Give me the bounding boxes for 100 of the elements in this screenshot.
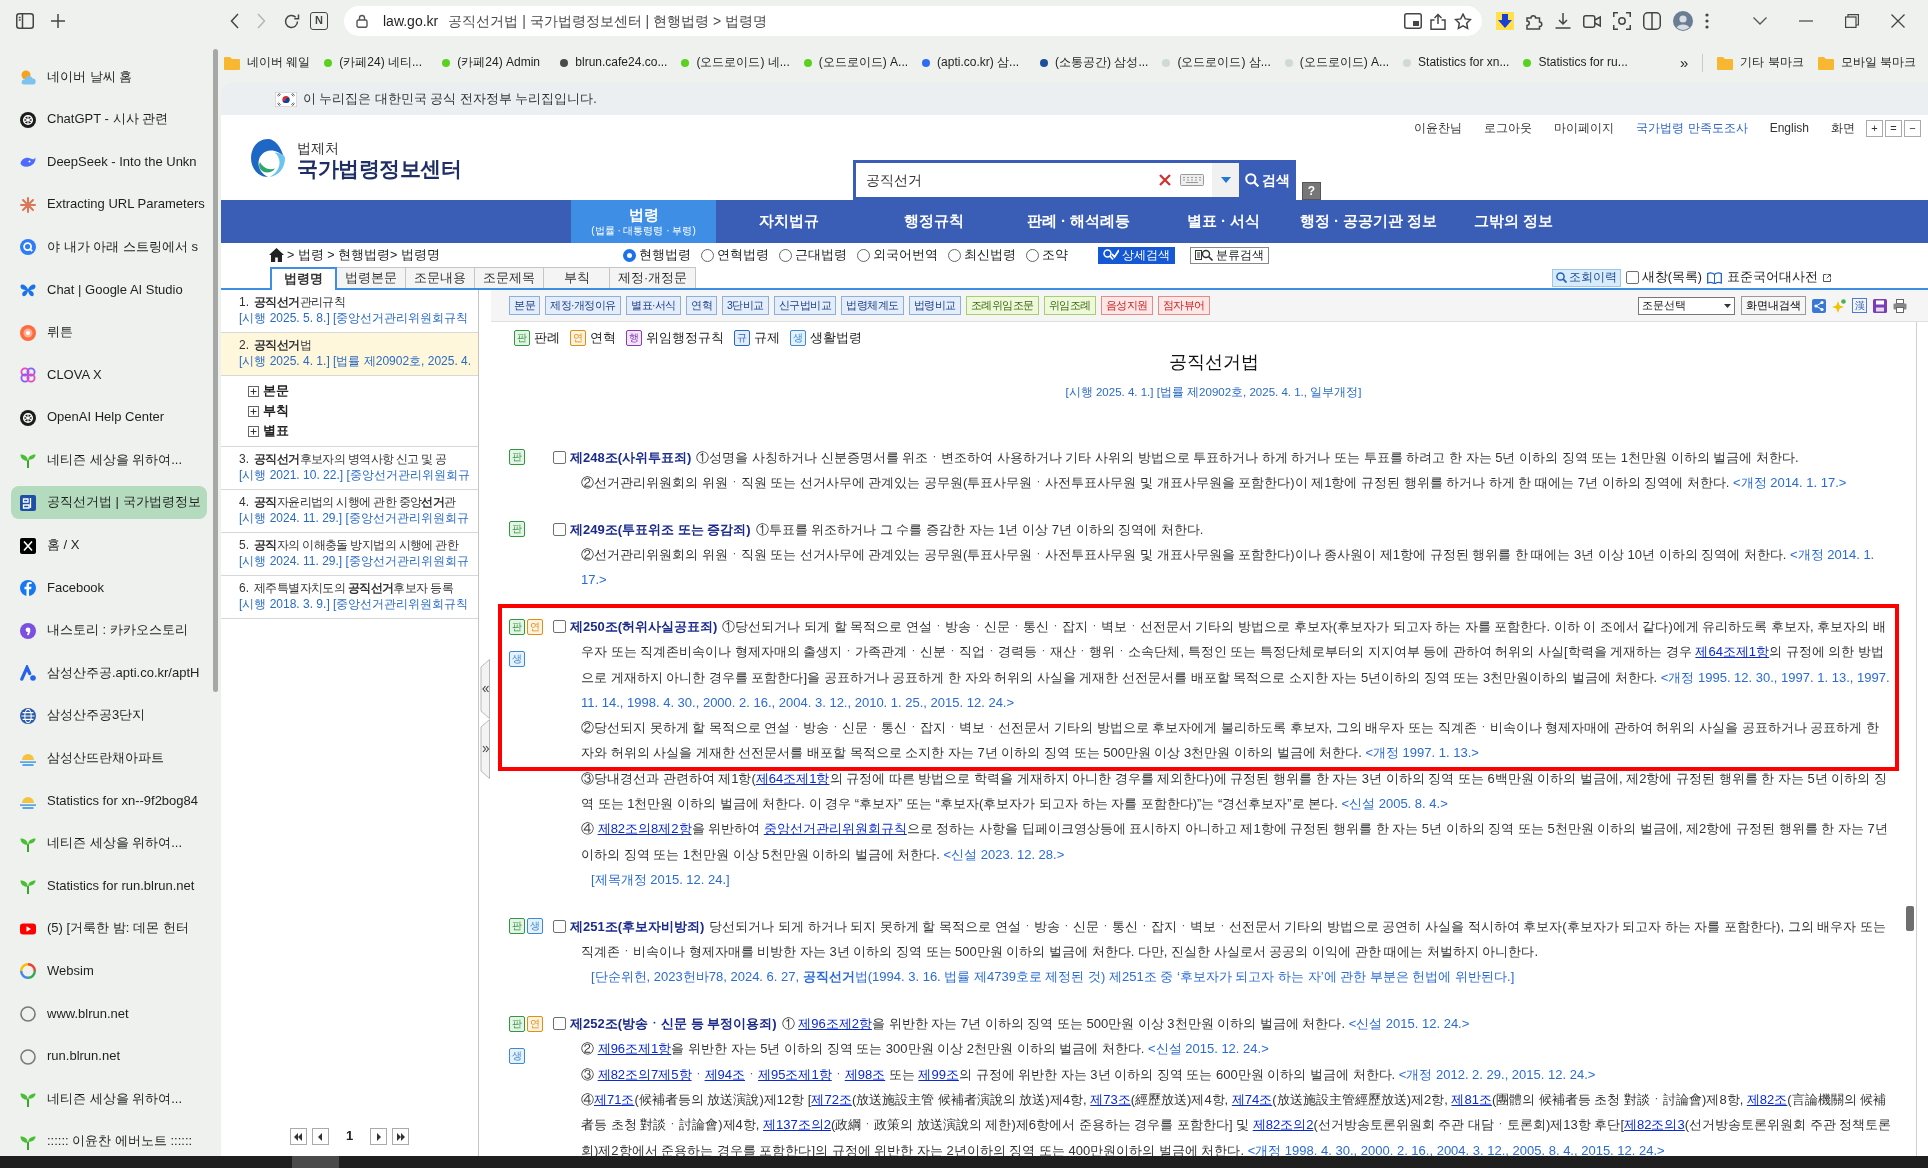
toolbar-button[interactable]: 점자뷰어: [1157, 296, 1210, 315]
article-link[interactable]: 제64조제1항: [755, 770, 830, 786]
lock-icon[interactable]: [356, 14, 368, 28]
header-link[interactable]: English: [1769, 120, 1809, 137]
dictionary-link[interactable]: 표준국어대사전: [1727, 269, 1818, 286]
printer-icon[interactable]: [1893, 298, 1907, 313]
puzzle-icon[interactable]: [1526, 12, 1543, 30]
radio-icon[interactable]: [1026, 248, 1039, 262]
address-bar[interactable]: law.go.kr 공직선거법 | 국가법령정보센터 | 현행법령 > 법령명: [344, 6, 1482, 36]
tree-item[interactable]: 본문: [248, 381, 478, 401]
sidebar-tab[interactable]: Chat | Google AI Studio: [11, 273, 207, 307]
result-title-link[interactable]: 공직자윤리법의 시행에 관한 중앙선거관: [254, 494, 456, 510]
article-link[interactable]: 제71조: [594, 1092, 635, 1108]
site-name[interactable]: 국가법령정보센터: [297, 159, 461, 180]
search-option-button[interactable]: 상세검색: [1098, 246, 1175, 264]
result-item[interactable]: 4. 공직자윤리법의 시행에 관한 중앙선거관 [시행 2024. 11. 29.] [중앙선거관리위원회규: [221, 490, 478, 533]
result-tab[interactable]: 법령본문: [336, 267, 406, 288]
checkbox[interactable]: [553, 522, 566, 536]
article-link[interactable]: 제82조의7제5항: [597, 1066, 692, 1082]
bookmark-star-icon[interactable]: [1454, 12, 1472, 30]
bookmark[interactable]: (apti.co.kr) 삼...: [922, 54, 1027, 71]
zoom-button[interactable]: =: [1885, 120, 1902, 137]
sidebar-tab[interactable]: 네티즌 세상을 위하여...: [11, 443, 207, 477]
radio-icon[interactable]: [779, 248, 792, 262]
hanja-button[interactable]: 漢: [1852, 298, 1867, 313]
result-title-link[interactable]: 공직선거관리규칙: [254, 294, 346, 310]
sidebar-tab[interactable]: 삼성산뜨란채아파트: [11, 742, 207, 775]
sidebar-tab[interactable]: 홈 / X: [11, 529, 207, 562]
sidebar-tab[interactable]: Websim: [11, 954, 207, 988]
sidebar-tab[interactable]: 네티즌 세상을 위하여...: [11, 827, 207, 861]
avatar-icon[interactable]: [1673, 11, 1693, 31]
article-link[interactable]: 제81조: [1451, 1092, 1492, 1108]
split-view-icon[interactable]: [1643, 12, 1661, 30]
dropdown-button[interactable]: [1212, 163, 1239, 197]
article-link[interactable]: 제72조: [811, 1092, 852, 1108]
header-link[interactable]: 마이페이지: [1554, 120, 1615, 137]
toolbar-button[interactable]: 별표·서식: [626, 296, 681, 315]
sidebar-tab[interactable]: Statistics for run.blrun.net: [11, 869, 207, 903]
expand-toggle-icon[interactable]: [248, 405, 259, 417]
sidebar-tab[interactable]: ChatGPT - 시사 관련: [11, 103, 207, 137]
checkbox[interactable]: [553, 1017, 566, 1031]
expand-handle[interactable]: [480, 719, 490, 779]
search-button[interactable]: 검색: [1239, 160, 1296, 200]
header-link[interactable]: 국가법령 만족도조사: [1636, 120, 1748, 137]
radio-icon[interactable]: [701, 248, 714, 262]
radio-icon[interactable]: [623, 248, 636, 262]
previous-page-button[interactable]: [311, 1128, 329, 1145]
sidebar-tab[interactable]: 내스토리 : 카카오스토리: [11, 614, 207, 648]
restore-icon[interactable]: [1845, 14, 1859, 28]
search-field[interactable]: 공직선거: [853, 160, 1239, 200]
bookmark[interactable]: (카페24) Admin: [442, 54, 547, 71]
sidebar-tab[interactable]: DeepSeek - Into the Unkn: [11, 145, 207, 179]
article-link[interactable]: 제74조: [1231, 1092, 1273, 1108]
tree-item[interactable]: 별표: [248, 421, 478, 441]
article-link[interactable]: 제98조: [844, 1066, 886, 1082]
sidebar-tab[interactable]: run.blrun.net: [11, 1040, 207, 1074]
sidebar-tab[interactable]: (5) [거룩한 밤: 데몬 헌터: [11, 912, 207, 946]
bookmark[interactable]: (오드로이드) A...: [1284, 54, 1390, 71]
reader-button[interactable]: N: [310, 12, 328, 30]
last-page-button[interactable]: [392, 1128, 410, 1145]
bookmark[interactable]: (오드로이드) 네...: [681, 54, 790, 71]
bookmark[interactable]: blrun.cafe24.co...: [560, 54, 668, 71]
sparkle-icon[interactable]: [1832, 298, 1846, 313]
nav-tab[interactable]: 행정규칙: [861, 200, 1006, 243]
radio-icon[interactable]: [948, 248, 961, 262]
bookmark[interactable]: Statistics for ru...: [1523, 54, 1628, 71]
collapse-handle[interactable]: [480, 659, 490, 719]
download-icon[interactable]: [1555, 13, 1571, 29]
scope-option[interactable]: 외국어번역: [857, 246, 938, 264]
reload-icon[interactable]: [283, 12, 300, 30]
sidebar-tab[interactable]: Facebook: [11, 571, 207, 605]
result-tab[interactable]: 법령명: [270, 267, 337, 290]
toolbar-button[interactable]: 법령체계도: [841, 296, 904, 315]
result-tab[interactable]: 조문제목: [474, 267, 544, 288]
page-number[interactable]: 1: [345, 1128, 354, 1145]
article-link[interactable]: 제96조제2항: [798, 1016, 872, 1032]
article-link[interactable]: 제99조: [918, 1066, 959, 1082]
article-link[interactable]: 중앙선거관리위원회규칙: [763, 821, 907, 837]
find-button[interactable]: 화면내검색: [1741, 296, 1806, 315]
nav-tab[interactable]: 자치법규: [716, 200, 861, 243]
nav-tab[interactable]: 판례 · 해석례등: [1006, 200, 1151, 243]
toolbar-button[interactable]: 신구법비교: [773, 296, 837, 315]
article-link[interactable]: 제137조의2: [763, 1117, 831, 1133]
result-item[interactable]: 5. 공직자의 이해충돌 방지법의 시행에 관한 [시행 2024. 11. 29.] [중앙선거관리위원회규: [221, 533, 478, 576]
result-title-link[interactable]: 공직자의 이해충돌 방지법의 시행에 관한: [254, 537, 459, 553]
sidebar-tab[interactable]: 야 내가 아래 스트링에서 s: [11, 230, 207, 264]
sidebar-tab[interactable]: :::::: 이윤찬 에버노트 ::::::: [11, 1125, 207, 1159]
sidebar-tab[interactable]: 공직선거법 | 국가법령정보: [11, 486, 207, 520]
more-bookmarks-button[interactable]: »: [1679, 52, 1689, 73]
capture-icon[interactable]: [1613, 12, 1631, 30]
scrollbar-thumb[interactable]: [1906, 906, 1914, 931]
toolbar-button[interactable]: 위임조례: [1043, 296, 1096, 315]
article-link[interactable]: 제95조제1항: [758, 1066, 832, 1082]
scope-option[interactable]: 근대법령: [779, 246, 847, 264]
result-item[interactable]: 6. 제주특별자치도의 공직선거후보자 등록 [시행 2018. 3. 9.] [중앙선거관리위원회규칙: [221, 576, 478, 619]
close-icon[interactable]: [1891, 14, 1905, 28]
article-link[interactable]: 제82조의2: [1252, 1117, 1314, 1133]
sidebar-tab[interactable]: 삼성산주공3단지: [11, 699, 207, 733]
toolbar-button[interactable]: 본문: [509, 296, 540, 315]
sidebar-tab[interactable]: 네이버 날씨 홈: [11, 60, 207, 94]
